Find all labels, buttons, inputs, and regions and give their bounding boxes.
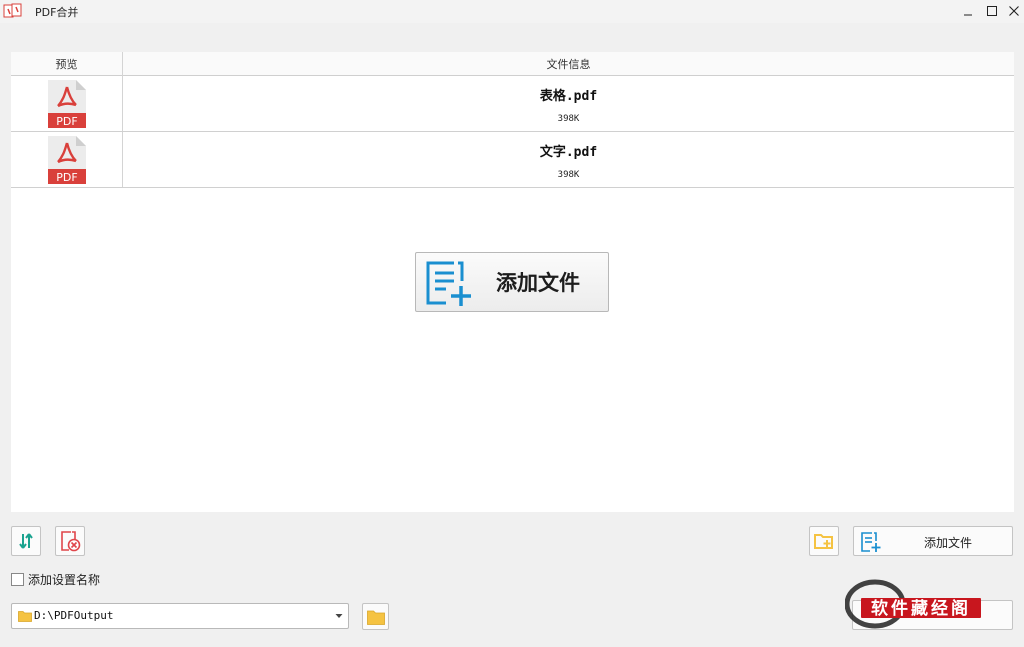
add-folder-icon <box>814 534 833 549</box>
close-icon <box>1009 6 1019 16</box>
table-row[interactable]: PDF 文字.pdf 398K <box>11 132 1014 188</box>
sort-arrows-icon <box>19 533 33 549</box>
delete-button[interactable] <box>55 526 85 556</box>
minimize-icon <box>964 14 972 16</box>
column-header-file-info: 文件信息 <box>546 58 591 71</box>
sort-button[interactable] <box>11 526 41 556</box>
watermark-text: 软件藏经阁 <box>871 598 971 619</box>
open-folder-icon <box>367 610 385 625</box>
file-list-panel: 预览 文件信息 PDF 表格.pdf 398K PDF 文字.pdf 398K … <box>11 52 1014 512</box>
pdf-thumbnail-label: PDF <box>56 171 77 184</box>
add-setting-name-option[interactable]: 添加设置名称 <box>11 571 100 587</box>
file-name: 表格.pdf <box>539 89 598 104</box>
pdf-file-icon: PDF <box>47 79 86 128</box>
app-icon <box>3 3 22 18</box>
add-file-button-label: 添加文件 <box>923 536 972 550</box>
folder-icon <box>18 611 32 622</box>
chevron-down-icon <box>335 614 343 618</box>
output-path-value: D:\PDFOutput <box>34 609 114 622</box>
pdf-file-icon: PDF <box>47 135 86 184</box>
file-name: 文字.pdf <box>539 145 598 160</box>
add-file-button-label: 添加文件 <box>496 270 580 295</box>
file-info-cell: 表格.pdf 398K <box>123 76 1014 131</box>
close-button[interactable] <box>1006 4 1022 18</box>
preview-cell: PDF <box>11 132 123 187</box>
watermark-logo: 软件藏经阁 <box>845 579 981 629</box>
add-file-button[interactable]: 添加文件 <box>853 526 1013 556</box>
maximize-button[interactable] <box>984 4 1000 18</box>
pdf-thumbnail-label: PDF <box>56 115 77 128</box>
column-header-preview: 预览 <box>11 52 123 76</box>
output-path-dropdown[interactable]: D:\PDFOutput <box>11 603 349 629</box>
add-setting-name-label: 添加设置名称 <box>28 572 101 587</box>
browse-folder-button[interactable] <box>362 603 389 630</box>
table-row[interactable]: PDF 表格.pdf 398K <box>11 76 1014 132</box>
add-folder-button[interactable] <box>809 526 839 556</box>
add-setting-name-checkbox[interactable] <box>11 572 24 586</box>
minimize-button[interactable] <box>960 4 976 18</box>
file-size: 398K <box>557 114 580 124</box>
file-size: 398K <box>557 170 580 180</box>
maximize-icon <box>987 6 997 16</box>
preview-cell: PDF <box>11 76 123 131</box>
add-file-button-large[interactable]: 添加文件 <box>415 252 609 312</box>
table-header: 预览 文件信息 <box>11 52 1014 76</box>
add-file-icon <box>426 261 471 306</box>
window-title: PDF合并 <box>35 6 79 19</box>
title-bar: PDF合并 <box>0 0 1024 23</box>
file-info-cell: 文字.pdf 398K <box>123 132 1014 187</box>
delete-file-icon <box>61 531 81 552</box>
